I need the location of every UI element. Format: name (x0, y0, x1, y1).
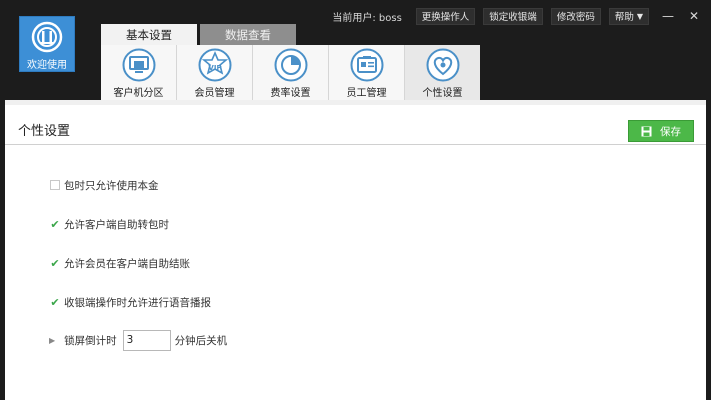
option-label: 允许会员在客户端自助结账 (64, 257, 190, 270)
panel-header: 个性设置 保存 (5, 105, 706, 145)
lock-label: 锁屏倒计时 (64, 334, 117, 347)
checkmark-icon[interactable]: ✔ (50, 296, 60, 309)
save-button[interactable]: 保存 (628, 120, 694, 142)
option-label: 包时只允许使用本金 (64, 179, 159, 192)
pie-chart-icon (274, 48, 307, 82)
help-menu-button[interactable]: 帮助 ▼ (608, 7, 649, 25)
toolbar-personal-settings[interactable]: 个性设置 (405, 45, 480, 100)
main-panel: 个性设置 保存 包时只允许使用本金 ✔ 允许客户端自助转包时 ✔ 允许会员在客户… (5, 100, 706, 400)
option-member-self-checkout[interactable]: ✔ 允许会员在客户端自助结账 (50, 255, 190, 271)
save-label: 保存 (660, 125, 681, 138)
toolbar-label: 客户机分区 (113, 88, 164, 99)
checkbox-unchecked[interactable] (50, 180, 60, 190)
toolbar-label: 费率设置 (270, 88, 311, 99)
lock-cashier-button[interactable]: 锁定收银端 (483, 7, 543, 25)
current-user-label: 当前用户: boss (332, 12, 402, 24)
help-label: 帮助 (614, 12, 634, 23)
lock-countdown-row: ▶ 锁屏倒计时 分钟后关机 (49, 329, 227, 351)
minimize-icon[interactable]: — (659, 7, 677, 25)
tab-basic-settings[interactable]: 基本设置 (101, 24, 197, 45)
option-principal-only[interactable]: 包时只允许使用本金 (50, 177, 159, 193)
top-right-controls: 当前用户: boss 更换操作人 锁定收银端 修改密码 帮助 ▼ — ✕ (332, 6, 711, 26)
save-disk-icon (641, 126, 652, 136)
id-card-icon (350, 48, 383, 82)
toolbar-label: 员工管理 (346, 88, 387, 99)
toolbar-label: 会员管理 (194, 88, 235, 99)
expand-arrow-icon[interactable]: ▶ (49, 336, 55, 345)
option-label: 收银端操作时允许进行语音播报 (64, 296, 211, 309)
change-password-button[interactable]: 修改密码 (550, 7, 601, 25)
settings-toolbar: 客户机分区 VIP 会员管理 费率设置 员工管理 个性设置 (101, 45, 480, 100)
toolbar-rate-settings[interactable]: 费率设置 (253, 45, 328, 100)
toolbar-member-management[interactable]: VIP 会员管理 (177, 45, 252, 100)
checkmark-icon[interactable]: ✔ (50, 257, 60, 270)
page-title: 个性设置 (18, 124, 71, 139)
app-logo[interactable]: 欢迎使用 (19, 16, 75, 72)
logo-text: 欢迎使用 (27, 60, 67, 71)
option-client-self-package[interactable]: ✔ 允许客户端自助转包时 (50, 216, 169, 232)
lock-minutes-input[interactable] (122, 329, 171, 351)
close-icon[interactable]: ✕ (685, 7, 703, 25)
tab-data-view[interactable]: 数据查看 (200, 24, 296, 45)
toolbar-label: 个性设置 (422, 88, 463, 99)
option-label: 允许客户端自助转包时 (64, 218, 169, 231)
monitor-icon (122, 48, 155, 82)
caret-down-icon: ▼ (636, 11, 643, 21)
toolbar-staff-management[interactable]: 员工管理 (329, 45, 404, 100)
change-operator-button[interactable]: 更换操作人 (415, 7, 476, 25)
option-voice-broadcast[interactable]: ✔ 收银端操作时允许进行语音播报 (50, 294, 211, 310)
title-bar: 欢迎使用 当前用户: boss 更换操作人 锁定收银端 修改密码 帮助 ▼ — … (0, 0, 711, 100)
heart-gear-icon (426, 48, 459, 82)
vip-star-icon: VIP (198, 48, 231, 82)
svg-text:VIP: VIP (208, 64, 221, 72)
lock-suffix: 分钟后关机 (174, 334, 228, 347)
logo-emblem-icon (31, 21, 63, 53)
checkmark-icon[interactable]: ✔ (50, 218, 60, 231)
toolbar-client-zone[interactable]: 客户机分区 (101, 45, 176, 100)
